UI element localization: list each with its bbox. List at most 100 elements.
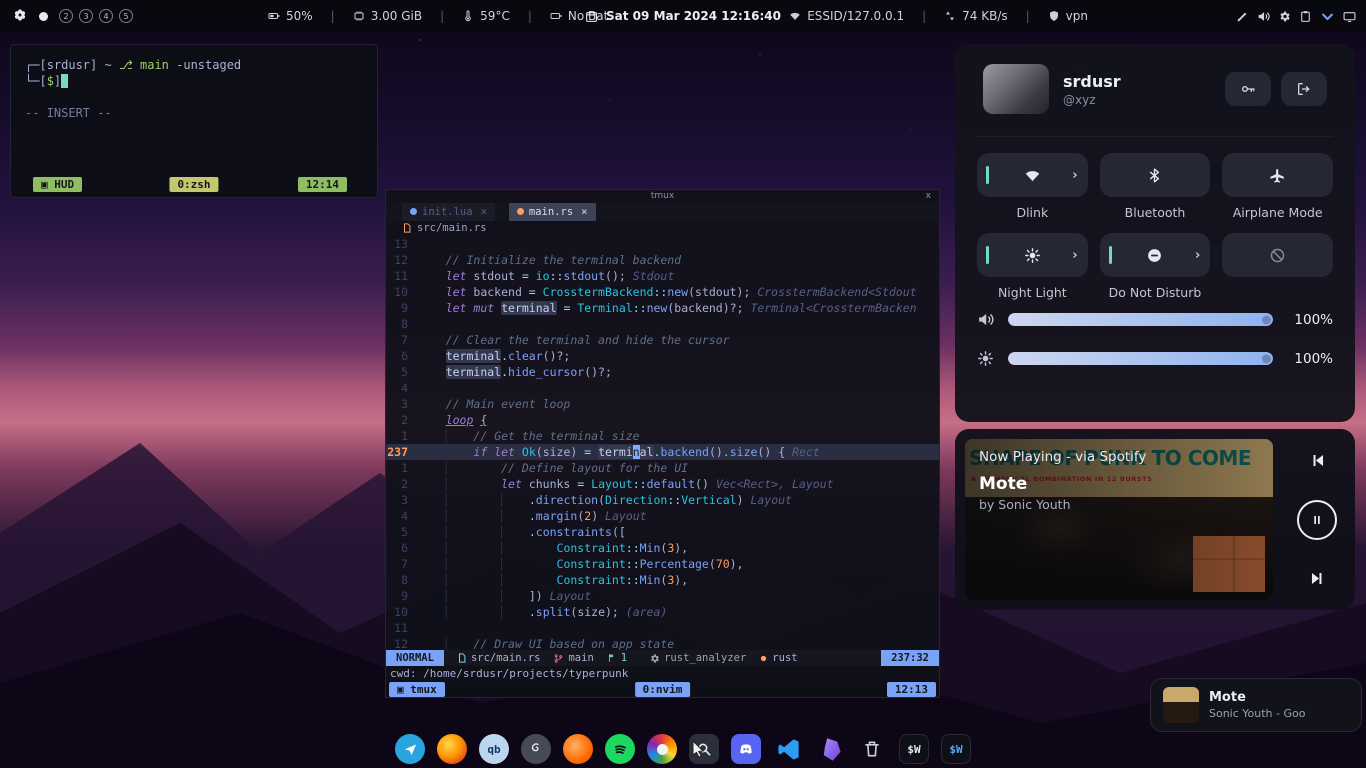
notification-popup[interactable]: Mote Sonic Youth - Goo xyxy=(1150,678,1362,732)
tray-icons xyxy=(1236,0,1356,32)
toggle-button-blocked[interactable] xyxy=(1222,233,1333,277)
window-close-button[interactable]: x xyxy=(926,190,931,203)
bluetooth-icon xyxy=(1146,167,1163,184)
statusline-diagnostic-count: 1 xyxy=(607,652,627,664)
toggle-label: Do Not Disturb xyxy=(1109,277,1202,307)
code-line: 9 let mut terminal = Terminal::new(backe… xyxy=(386,300,939,316)
toggle-label: Airplane Mode xyxy=(1233,197,1323,227)
hud-session-badge[interactable]: ▣ HUD xyxy=(33,177,82,192)
code-line: 12 ▏ // Draw UI based on app state xyxy=(386,636,939,650)
terminal-line: ┌─[srdusr] ~ ⎇ main -unstaged xyxy=(25,57,363,73)
window-titlebar[interactable]: tmux x xyxy=(386,190,939,203)
vscode-dock-icon[interactable] xyxy=(773,734,803,764)
slider-fill xyxy=(1008,352,1273,365)
stat-text: 59°C xyxy=(480,9,510,23)
code-line: 3 // Main event loop xyxy=(386,396,939,412)
media-player-card: SHAPE OF PUNK TO COME A CHIMERICAL BOMBI… xyxy=(955,429,1355,610)
telegram-dock-icon[interactable] xyxy=(395,734,425,764)
file-icon xyxy=(402,223,412,233)
orange-app-dock-icon[interactable] xyxy=(563,734,593,764)
swirl-app-dock-icon[interactable] xyxy=(521,734,551,764)
logout-button[interactable] xyxy=(1281,72,1327,106)
workspace-3[interactable]: 3 xyxy=(79,9,93,23)
clock[interactable]: Sat 09 Mar 2024 12:16:40 xyxy=(585,0,781,32)
stat-text: 3.00 GiB xyxy=(371,9,422,23)
code-line: 5 terminal.hide_cursor()?; xyxy=(386,364,939,380)
chevron-down-icon[interactable] xyxy=(1320,9,1335,24)
code-line: 1 ▏ // Get the terminal size xyxy=(386,428,939,444)
workspace-4[interactable]: 4 xyxy=(99,9,113,23)
line-number: 3 xyxy=(386,396,418,412)
tmux-window-badge[interactable]: 0:nvim xyxy=(635,682,691,697)
obsidian-dock-icon[interactable] xyxy=(815,734,845,764)
username: srdusr xyxy=(1063,72,1211,91)
cursor-position: 237:32 xyxy=(881,650,939,666)
toggle-button-bluetooth[interactable] xyxy=(1100,153,1211,197)
code-line: 9 ▏ ▏ ]) Layout xyxy=(386,588,939,604)
next-button[interactable] xyxy=(1308,569,1327,588)
statusline: NORMAL src/main.rs main 1 rust_analyzer … xyxy=(386,650,939,666)
code-area[interactable]: 1312 // Initialize the terminal backend1… xyxy=(386,236,939,650)
code-line: 7 ▏ ▏ Constraint::Percentage(70), xyxy=(386,556,939,572)
workspace-5[interactable]: 5 xyxy=(119,9,133,23)
control-center: srdusr @xyz ›DlinkBluetoothAirplane Mode… xyxy=(955,44,1355,422)
toggle-button-dnd[interactable]: › xyxy=(1100,233,1211,277)
clipboard-icon[interactable] xyxy=(1299,10,1312,23)
brush-icon[interactable] xyxy=(1236,10,1249,23)
toggle-bluetooth: Bluetooth xyxy=(1100,153,1211,227)
toggle-button-wifi[interactable]: › xyxy=(977,153,1088,197)
previous-button[interactable] xyxy=(1308,451,1327,470)
flower-icon[interactable] xyxy=(12,8,28,24)
toggle-button-airplane[interactable] xyxy=(1222,153,1333,197)
spotify-dock-icon[interactable] xyxy=(605,734,635,764)
speaker-icon[interactable] xyxy=(1257,10,1270,23)
key-button[interactable] xyxy=(1225,72,1271,106)
dollar-w-blue-dock-icon[interactable]: $W xyxy=(941,734,971,764)
editor-window[interactable]: tmux x init.lua×main.rs× src/main.rs 131… xyxy=(385,189,940,698)
code-line: 3 ▏ ▏ .direction(Direction::Vertical) La… xyxy=(386,492,939,508)
qutebrowser-dock-icon[interactable]: qb xyxy=(479,734,509,764)
code-line: 5 ▏ ▏ .constraints([ xyxy=(386,524,939,540)
discord-dock-icon[interactable] xyxy=(731,734,761,764)
tmux-session-badge[interactable]: ▣ tmux xyxy=(389,682,445,697)
toggle-do-not-disturb: › Do Not Disturb xyxy=(1100,233,1211,307)
active-indicator xyxy=(986,246,989,264)
toggle-label: Night Light xyxy=(998,277,1067,307)
profile-names: srdusr @xyz xyxy=(1063,72,1211,107)
tmux-statusbar: ▣ tmux 0:nvim 12:13 xyxy=(386,681,939,697)
chevron-right-icon[interactable]: › xyxy=(1072,168,1077,183)
system-stats: 50%|3.00 GiB|59°C|No Bat xyxy=(268,0,608,32)
monitor-icon[interactable] xyxy=(1343,10,1356,23)
toggle-button-sun[interactable]: › xyxy=(977,233,1088,277)
gimp-dock-icon[interactable] xyxy=(647,734,677,764)
toggle-airplane-mode: Airplane Mode xyxy=(1222,153,1333,227)
code-line: 10 let backend = CrosstermBackend::new(s… xyxy=(386,284,939,300)
stat-battery: 50% xyxy=(268,9,313,23)
brightness-slider[interactable] xyxy=(1008,352,1273,365)
tab-close-button[interactable]: × xyxy=(581,206,587,218)
pause-button[interactable] xyxy=(1297,500,1337,540)
dollar-w-white-dock-icon[interactable]: $W xyxy=(899,734,929,764)
net-updown: 74 KB/s xyxy=(944,9,1007,23)
code-line: 4 ▏ ▏ .margin(2) Layout xyxy=(386,508,939,524)
gear-icon[interactable] xyxy=(1278,10,1291,23)
line-number: 1 xyxy=(386,460,418,476)
workspace-2[interactable]: 2 xyxy=(59,9,73,23)
hud-terminal-window[interactable]: ┌─[srdusr] ~ ⎇ main -unstaged└─[$] -- IN… xyxy=(10,44,378,198)
trash-dock-icon[interactable] xyxy=(857,734,887,764)
chevron-right-icon[interactable]: › xyxy=(1072,248,1077,263)
tab-main.rs[interactable]: main.rs× xyxy=(509,203,596,221)
sliders-section: 100%100% xyxy=(977,311,1333,367)
volume-slider[interactable] xyxy=(1008,313,1273,326)
hud-window-badge[interactable]: 0:zsh xyxy=(169,177,218,192)
workspace-active-dot[interactable] xyxy=(39,12,48,21)
chevron-right-icon[interactable]: › xyxy=(1195,248,1200,263)
firefox-dock-icon[interactable] xyxy=(437,734,467,764)
net-text: ESSID/127.0.0.1 xyxy=(807,9,904,23)
line-number: 10 xyxy=(386,284,418,300)
tab-init.lua[interactable]: init.lua× xyxy=(402,203,495,221)
blocked-icon xyxy=(1269,247,1286,264)
tab-close-button[interactable]: × xyxy=(481,206,487,218)
terminal-line xyxy=(25,89,363,105)
rust-icon xyxy=(759,654,768,663)
